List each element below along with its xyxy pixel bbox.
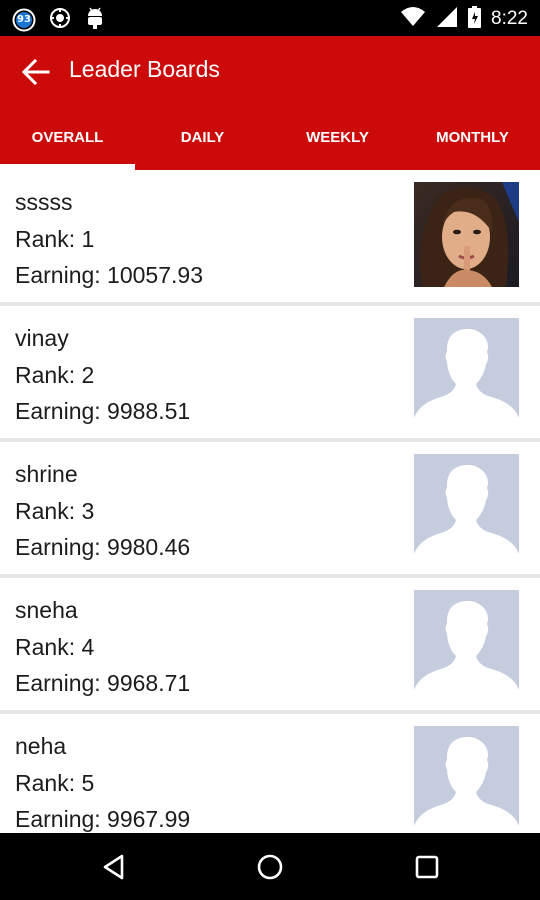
avatar-placeholder-icon bbox=[414, 590, 519, 695]
tab-label: DAILY bbox=[180, 129, 225, 146]
player-name: neha bbox=[15, 733, 67, 759]
status-time: 8:22 bbox=[491, 8, 528, 29]
avatar-placeholder-icon bbox=[414, 318, 519, 423]
leaderboard-item[interactable]: sneha Rank: 4 Earning: 9968.71 bbox=[0, 578, 540, 710]
leaderboard-item[interactable]: shrine Rank: 3 Earning: 9980.46 bbox=[0, 442, 540, 574]
nav-home-button[interactable] bbox=[254, 851, 286, 883]
wifi-icon bbox=[400, 6, 426, 32]
page-title: Leader Boards bbox=[69, 56, 220, 82]
player-name: vinay bbox=[15, 325, 69, 351]
android-debug-icon bbox=[84, 6, 106, 34]
player-rank: Rank: 5 bbox=[15, 769, 95, 796]
battery-icon bbox=[468, 6, 482, 32]
tab-label: MONTHLY bbox=[436, 129, 509, 146]
system-nav-bar bbox=[0, 833, 540, 900]
location-icon bbox=[48, 6, 72, 34]
leaderboard-item[interactable]: vinay Rank: 2 Earning: 9988.51 bbox=[0, 306, 540, 438]
leaderboard-item[interactable]: sssss Rank: 1 Earning: 10057.93 bbox=[0, 170, 540, 302]
status-bar: 93 8:22 bbox=[0, 0, 540, 36]
back-triangle-icon bbox=[103, 854, 124, 880]
player-rank: Rank: 2 bbox=[15, 361, 95, 388]
player-earning: Earning: 9967.99 bbox=[15, 806, 191, 832]
player-earning: Earning: 9988.51 bbox=[15, 398, 191, 424]
player-rank: Rank: 1 bbox=[15, 225, 95, 252]
player-name: sneha bbox=[15, 597, 78, 623]
player-earning: Earning: 9968.71 bbox=[15, 670, 191, 696]
tab-daily[interactable]: DAILY bbox=[135, 120, 270, 170]
tab-bar: OVERALL DAILY WEEKLY MONTHLY bbox=[0, 120, 540, 170]
notification-badge: 93 bbox=[17, 14, 31, 25]
tab-weekly[interactable]: WEEKLY bbox=[270, 120, 405, 170]
tab-monthly[interactable]: MONTHLY bbox=[405, 120, 540, 170]
player-earning: Earning: 9980.46 bbox=[15, 534, 191, 560]
arrow-left-icon bbox=[21, 58, 50, 86]
tab-overall[interactable]: OVERALL bbox=[0, 120, 135, 170]
leaderboard-list[interactable]: sssss Rank: 1 Earning: 10057.93 vinay Ra… bbox=[0, 170, 540, 833]
home-circle-icon bbox=[257, 854, 283, 880]
player-rank: Rank: 3 bbox=[15, 497, 95, 524]
tab-label: WEEKLY bbox=[306, 129, 369, 146]
player-earning: Earning: 10057.93 bbox=[15, 262, 203, 288]
recents-square-icon bbox=[415, 855, 439, 879]
tab-label: OVERALL bbox=[31, 129, 104, 146]
player-name: sssss bbox=[15, 189, 73, 215]
notification-93-icon: 93 bbox=[12, 8, 36, 32]
avatar-photo bbox=[414, 182, 519, 287]
nav-recents-button[interactable] bbox=[411, 851, 443, 883]
player-name: shrine bbox=[15, 461, 78, 487]
avatar-placeholder-icon bbox=[414, 454, 519, 559]
avatar-placeholder-icon bbox=[414, 726, 519, 831]
player-rank: Rank: 4 bbox=[15, 633, 95, 660]
nav-back-button[interactable] bbox=[98, 851, 130, 883]
back-button[interactable] bbox=[18, 54, 54, 90]
leaderboard-item[interactable]: neha Rank: 5 Earning: 9967.99 bbox=[0, 714, 540, 833]
signal-icon bbox=[436, 6, 458, 32]
app-bar: Leader Boards OVERALL DAILY WEEKLY MONTH… bbox=[0, 36, 540, 170]
